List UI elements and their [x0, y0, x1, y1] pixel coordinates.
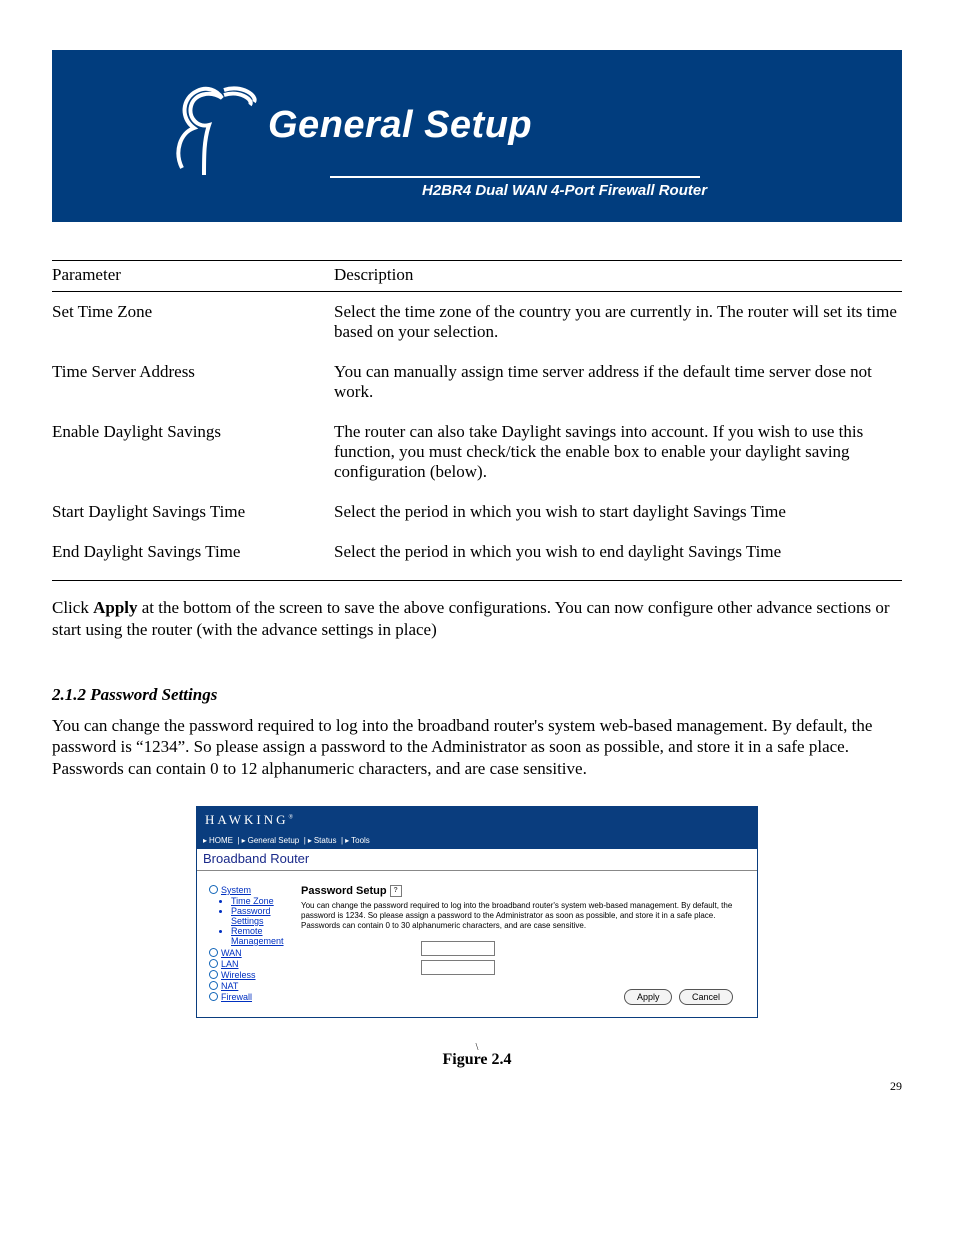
param-name: Enable Daylight Savings [52, 412, 334, 492]
apply-button[interactable]: Apply [624, 989, 673, 1005]
router-nav: ▸HOME |▸General Setup |▸Status |▸Tools [197, 833, 757, 849]
params-table: Parameter Description Set Time Zone Sele… [52, 260, 902, 581]
param-desc: Select the period in which you wish to e… [334, 532, 902, 581]
main-paragraph: You can change the password required to … [301, 901, 743, 931]
param-desc: Select the period in which you wish to s… [334, 492, 902, 532]
banner-title: General Setup [268, 104, 532, 147]
sidebar-timezone[interactable]: Time Zone [231, 896, 274, 906]
router-screenshot: HAWKING® ▸HOME |▸General Setup |▸Status … [196, 806, 758, 1018]
sidebar-system[interactable]: System [221, 885, 251, 895]
section-heading: 2.1.2 Password Settings [52, 685, 902, 705]
sidebar-firewall[interactable]: Firewall [221, 992, 252, 1002]
nav-status[interactable]: Status [314, 836, 337, 845]
table-row: Enable Daylight Savings The router can a… [52, 412, 902, 492]
router-brand-bar: HAWKING® [197, 807, 757, 833]
th-parameter: Parameter [52, 261, 334, 292]
apply-paragraph: Click Apply at the bottom of the screen … [52, 597, 902, 641]
figure-caption: \ Figure 2.4 [52, 1042, 902, 1069]
sidebar-nat[interactable]: NAT [221, 981, 238, 991]
table-row: Set Time Zone Select the time zone of th… [52, 292, 902, 353]
nav-home[interactable]: HOME [209, 836, 233, 845]
param-name: Time Server Address [52, 352, 334, 412]
section-body: You can change the password required to … [52, 715, 902, 780]
sidebar-password[interactable]: Password Settings [231, 906, 271, 926]
password-input[interactable] [421, 941, 495, 956]
cancel-button[interactable]: Cancel [679, 989, 733, 1005]
param-name: Start Daylight Savings Time [52, 492, 334, 532]
header-banner: General Setup H2BR4 Dual WAN 4-Port Fire… [52, 50, 902, 222]
param-desc: Select the time zone of the country you … [334, 292, 902, 353]
param-desc: You can manually assign time server addr… [334, 352, 902, 412]
param-name: Set Time Zone [52, 292, 334, 353]
swan-icon [162, 70, 262, 180]
sidebar-remote[interactable]: Remote Management [231, 926, 284, 946]
nav-general[interactable]: General Setup [248, 836, 300, 845]
main-heading: Password Setup ? [301, 885, 743, 897]
banner-rule [330, 176, 700, 178]
sidebar-wan[interactable]: WAN [221, 948, 242, 958]
password-confirm-input[interactable] [421, 960, 495, 975]
th-description: Description [334, 261, 902, 292]
sidebar-lan[interactable]: LAN [221, 959, 239, 969]
router-title: Broadband Router [197, 849, 757, 871]
router-sidebar: System Time Zone Password Settings Remot… [197, 871, 293, 1017]
banner-subtitle: H2BR4 Dual WAN 4-Port Firewall Router [422, 182, 707, 199]
sidebar-wireless[interactable]: Wireless [221, 970, 256, 980]
table-row: Time Server Address You can manually ass… [52, 352, 902, 412]
table-row: End Daylight Savings Time Select the per… [52, 532, 902, 581]
page-number: 29 [52, 1079, 902, 1094]
nav-tools[interactable]: Tools [351, 836, 370, 845]
table-row: Start Daylight Savings Time Select the p… [52, 492, 902, 532]
help-icon[interactable]: ? [390, 885, 402, 897]
param-name: End Daylight Savings Time [52, 532, 334, 581]
param-desc: The router can also take Daylight saving… [334, 412, 902, 492]
